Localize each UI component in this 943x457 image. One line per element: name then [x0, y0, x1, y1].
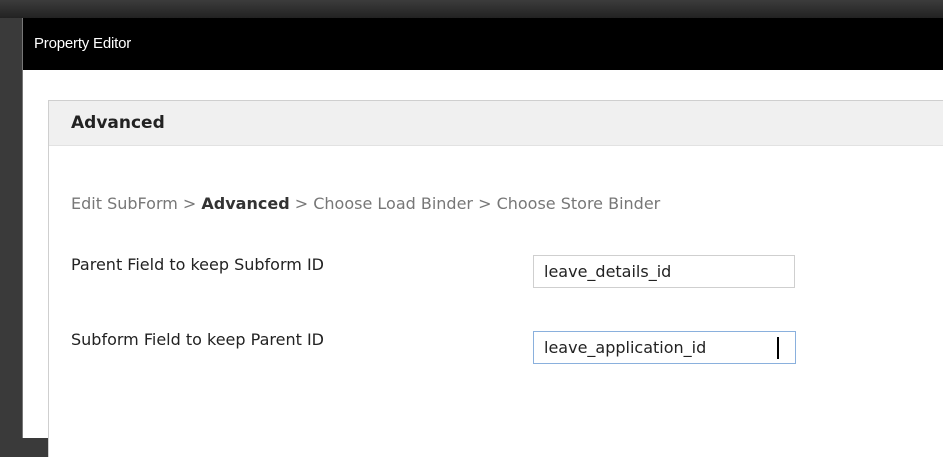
panel-header: Advanced — [49, 101, 943, 146]
subform-field-label: Subform Field to keep Parent ID — [71, 330, 324, 349]
breadcrumb-separator: > — [473, 194, 497, 213]
background-tab — [492, 0, 943, 18]
text-cursor — [777, 337, 779, 359]
breadcrumb-separator: > — [177, 194, 202, 213]
background-tab — [0, 0, 23, 18]
breadcrumb-step-edit-subform[interactable]: Edit SubForm — [71, 194, 178, 213]
background-window-strip — [0, 0, 943, 18]
breadcrumb: Edit SubForm > Advanced > Choose Load Bi… — [71, 194, 660, 213]
breadcrumb-step-choose-store-binder[interactable]: Choose Store Binder — [497, 194, 661, 213]
parent-field-label: Parent Field to keep Subform ID — [71, 255, 324, 274]
dialog-titlebar[interactable]: Property Editor — [23, 18, 943, 70]
background-tab — [22, 0, 493, 18]
parent-field-input[interactable] — [533, 255, 795, 288]
breadcrumb-step-choose-load-binder[interactable]: Choose Load Binder — [313, 194, 473, 213]
property-editor-dialog: Property Editor Advanced Edit SubForm > … — [22, 18, 943, 457]
breadcrumb-step-advanced: Advanced — [201, 194, 290, 213]
advanced-panel: Advanced Edit SubForm > Advanced > Choos… — [48, 100, 943, 457]
dialog-title: Property Editor — [34, 35, 132, 52]
panel-title: Advanced — [71, 113, 165, 133]
subform-field-input[interactable] — [533, 331, 796, 364]
breadcrumb-separator: > — [289, 194, 314, 213]
